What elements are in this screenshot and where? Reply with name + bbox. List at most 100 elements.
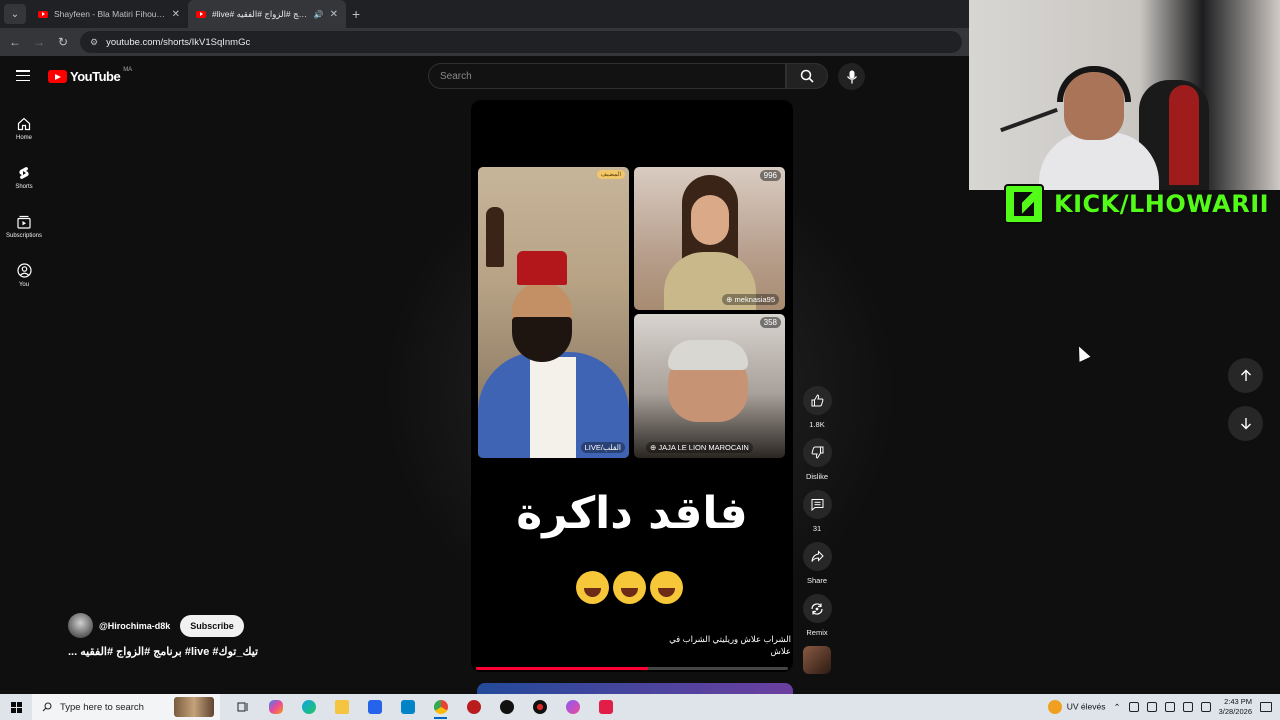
- region-code: MA: [123, 66, 133, 73]
- tab-search-button[interactable]: ⌄: [4, 4, 26, 24]
- channel-name[interactable]: @Hirochima-d8k: [99, 621, 170, 631]
- progress-bar[interactable]: [476, 667, 788, 670]
- host-badge: المضيف: [596, 170, 625, 179]
- next-short-button[interactable]: [1228, 406, 1263, 441]
- nav-item-home[interactable]: Home: [0, 104, 48, 153]
- browser-toolbar: ← → ↻ ⚙ youtube.com/shorts/IkV1SqInmGc: [0, 28, 970, 56]
- video-title[interactable]: ... برنامج #الزواج #الفقيه #live #تيك_تو…: [68, 645, 258, 658]
- system-tray: UV élevés ⌃ 2:43 PM 3/28/2026: [1047, 694, 1280, 720]
- search-icon: [42, 702, 52, 712]
- nav-label: Home: [15, 134, 32, 141]
- remix-label: Remix: [806, 628, 828, 637]
- webcam-overlay: [969, 0, 1280, 190]
- site-info-icon[interactable]: ⚙: [90, 37, 98, 48]
- audio-playing-icon[interactable]: 🔊: [314, 10, 324, 19]
- forward-button[interactable]: →: [32, 35, 46, 49]
- tray-mic-icon[interactable]: [1164, 702, 1175, 712]
- guest3-hair: [668, 340, 748, 370]
- share-button[interactable]: [802, 542, 832, 571]
- back-button[interactable]: ←: [8, 35, 22, 49]
- browser-tab-1[interactable]: Shayfeen - Bla Matiri Fihoum (I ✕: [30, 0, 188, 28]
- app-red-icon: [466, 700, 481, 714]
- channel-avatar[interactable]: [68, 613, 93, 638]
- remix-action: Remix: [802, 594, 832, 637]
- tab-close-icon[interactable]: ✕: [330, 9, 338, 20]
- app-dark-button[interactable]: [523, 694, 556, 720]
- dislike-label: Dislike: [805, 472, 829, 481]
- sound-thumbnail[interactable]: [803, 646, 831, 674]
- menu-icon[interactable]: [16, 70, 30, 81]
- app-4k-button[interactable]: [490, 694, 523, 720]
- comment-button[interactable]: [802, 490, 832, 519]
- share-action: Share: [802, 542, 832, 585]
- progress-fill: [476, 667, 648, 670]
- taskbar-search-placeholder: Type here to search: [60, 701, 144, 713]
- guest3-viewer-count: 358: [759, 317, 781, 328]
- share-label: Share: [806, 576, 827, 585]
- gaming-chair-accent: [1169, 85, 1199, 185]
- mail-icon: [400, 700, 415, 714]
- reload-button[interactable]: ↻: [56, 35, 70, 49]
- uv-icon: [1047, 700, 1062, 714]
- mail-button[interactable]: [391, 694, 424, 720]
- search-input[interactable]: Search: [428, 63, 786, 89]
- weather-widget[interactable]: UV élevés: [1047, 700, 1106, 714]
- messenger-button[interactable]: [556, 694, 589, 720]
- like-action: 1.8K: [802, 386, 832, 429]
- kick-branding: KICK/LHOWARII: [1004, 184, 1269, 224]
- browser-tab-2[interactable]: #live# برنامج #الزواج #الفقيه 🔊 ✕: [188, 0, 346, 28]
- notification-icon[interactable]: [1260, 702, 1272, 712]
- clock-time: 2:43 PM: [1224, 697, 1252, 706]
- new-tab-button[interactable]: +: [352, 6, 360, 22]
- shorts-icon: [19, 166, 29, 179]
- start-button[interactable]: [0, 694, 32, 720]
- like-button[interactable]: [802, 386, 832, 415]
- chrome-button[interactable]: [424, 694, 457, 720]
- taskbar: Type here to search UV élevés ⌃ 2:43 PM …: [0, 694, 1280, 720]
- youtube-wordmark: YouTube: [70, 69, 121, 84]
- taskbar-clock[interactable]: 2:43 PM 3/28/2026: [1219, 697, 1252, 717]
- youtube-play-icon: [48, 70, 67, 83]
- edge-button[interactable]: [292, 694, 325, 720]
- task-view-icon: [237, 702, 247, 712]
- nav-item-you[interactable]: You: [0, 251, 48, 300]
- app-pink-button[interactable]: [589, 694, 622, 720]
- windows-logo-icon: [10, 701, 22, 713]
- folder-icon: [334, 700, 349, 714]
- nav-item-shorts[interactable]: Shorts: [0, 153, 48, 202]
- laughing-emoji-icon: [613, 571, 646, 604]
- subscribe-button[interactable]: Subscribe: [180, 614, 244, 637]
- browser-tab-bar: ⌄ Shayfeen - Bla Matiri Fihoum (I ✕ #liv…: [0, 0, 970, 28]
- tray-chevron-icon[interactable]: ⌃: [1114, 702, 1121, 713]
- like-count: 1.8K: [809, 420, 825, 429]
- home-icon: [17, 117, 31, 130]
- arrow-up-icon: [1240, 369, 1251, 381]
- tray-app-icon[interactable]: [1128, 702, 1139, 712]
- tray-network-icon[interactable]: [1146, 702, 1157, 712]
- search-button[interactable]: [786, 63, 828, 89]
- overlay-text: فاقد داكرة: [516, 488, 748, 539]
- nav-item-subscriptions[interactable]: Subscriptions: [0, 202, 48, 251]
- voice-search-button[interactable]: [838, 63, 865, 90]
- chrome-icon: [433, 700, 448, 714]
- guest3-name-text: JAJA LE LION MAROCAIN: [658, 443, 749, 452]
- remix-button[interactable]: [802, 594, 832, 623]
- previous-short-button[interactable]: [1228, 358, 1263, 393]
- host-label: LIVE/القلب: [580, 442, 625, 453]
- youtube-logo[interactable]: YouTube MA: [48, 66, 133, 84]
- tab-close-icon[interactable]: ✕: [172, 9, 180, 20]
- app-pink-icon: [598, 700, 613, 714]
- host-robe-center: [530, 357, 576, 458]
- address-bar[interactable]: ⚙ youtube.com/shorts/IkV1SqInmGc: [80, 31, 962, 53]
- file-explorer-button[interactable]: [325, 694, 358, 720]
- tray-display-icon[interactable]: [1182, 702, 1193, 712]
- store-button[interactable]: [358, 694, 391, 720]
- thumbs-down-icon: [811, 446, 823, 459]
- copilot-button[interactable]: [259, 694, 292, 720]
- shorts-player[interactable]: المضيف LIVE/القلب 996 ⊕ meknasia95 358 ⊕…: [471, 100, 793, 672]
- tray-volume-icon[interactable]: [1200, 702, 1211, 712]
- app-red-button[interactable]: [457, 694, 490, 720]
- taskbar-search[interactable]: Type here to search: [32, 694, 220, 720]
- task-view-button[interactable]: [226, 694, 259, 720]
- dislike-button[interactable]: [802, 438, 832, 467]
